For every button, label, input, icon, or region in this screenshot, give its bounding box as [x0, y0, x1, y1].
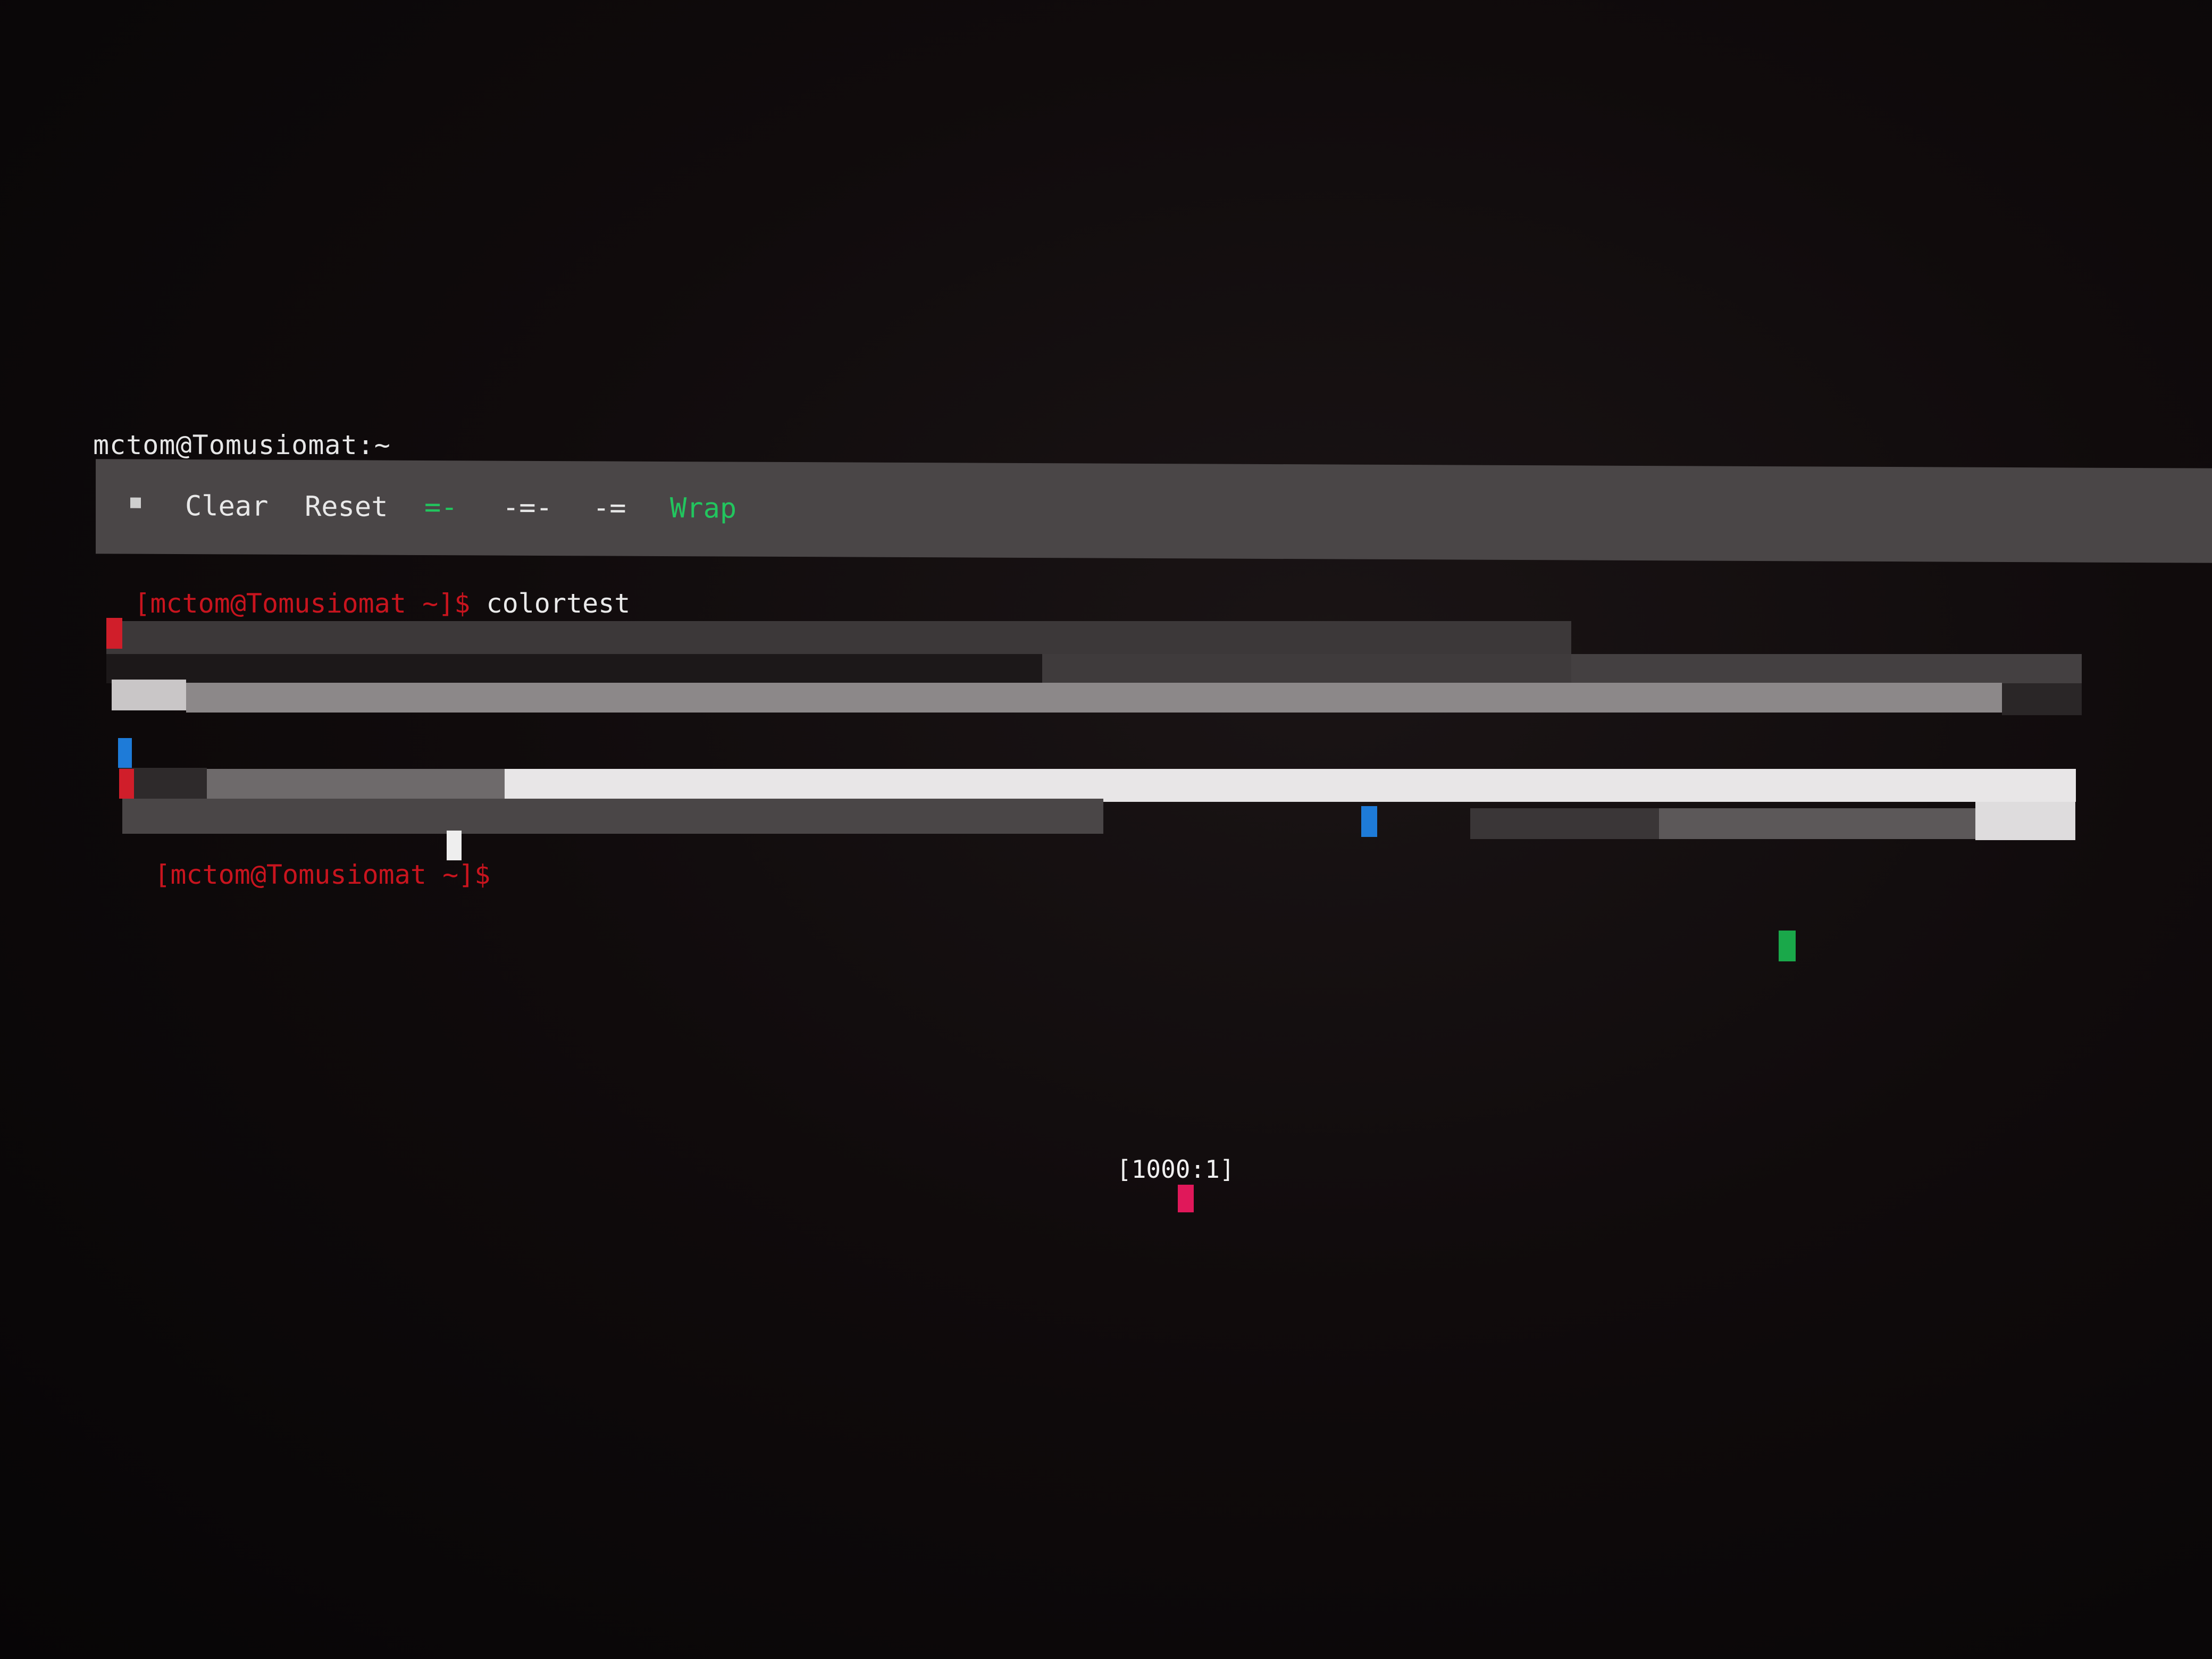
color-bar: [1975, 802, 2075, 840]
command-text: colortest: [486, 588, 631, 619]
color-block-blue: [1361, 806, 1377, 837]
color-bar: [505, 769, 2076, 802]
color-bar: [1571, 654, 2082, 683]
shell-prompt: [mctom@Tomusiomat ~]$: [154, 859, 491, 890]
color-bar: [106, 654, 1042, 683]
color-block-blue: [118, 738, 132, 768]
color-bar: [207, 769, 505, 799]
color-bar: [1470, 808, 1659, 839]
color-bar: [1659, 808, 1975, 839]
stop-icon[interactable]: [130, 497, 141, 508]
split-right-button[interactable]: -=: [593, 492, 626, 524]
split-left-button[interactable]: =-: [424, 491, 458, 523]
color-bar: [112, 680, 186, 710]
split-center-button[interactable]: -=-: [502, 492, 552, 524]
terminal-toolbar: Clear Reset =- -=- -= Wrap: [96, 459, 2212, 563]
window-title: mctom@Tomusiomat:~: [93, 430, 391, 460]
color-bar: [2002, 683, 2082, 715]
color-bar: [106, 621, 1571, 654]
wrap-toggle[interactable]: Wrap: [670, 492, 736, 525]
reset-button[interactable]: Reset: [305, 491, 388, 523]
command-line: [mctom@Tomusiomat ~]$ colortest: [102, 557, 630, 619]
color-block-red: [106, 618, 122, 649]
text-cursor: [447, 831, 462, 860]
color-block-red: [119, 769, 134, 799]
prompt-line: [mctom@Tomusiomat ~]$: [122, 828, 490, 890]
color-block-green: [1779, 931, 1796, 961]
position-indicator: [1000:1]: [1117, 1155, 1235, 1184]
color-bar: [186, 683, 2002, 713]
shell-prompt: [mctom@Tomusiomat ~]$: [134, 588, 471, 619]
clear-button[interactable]: Clear: [185, 490, 269, 523]
color-block-pink: [1178, 1185, 1194, 1212]
